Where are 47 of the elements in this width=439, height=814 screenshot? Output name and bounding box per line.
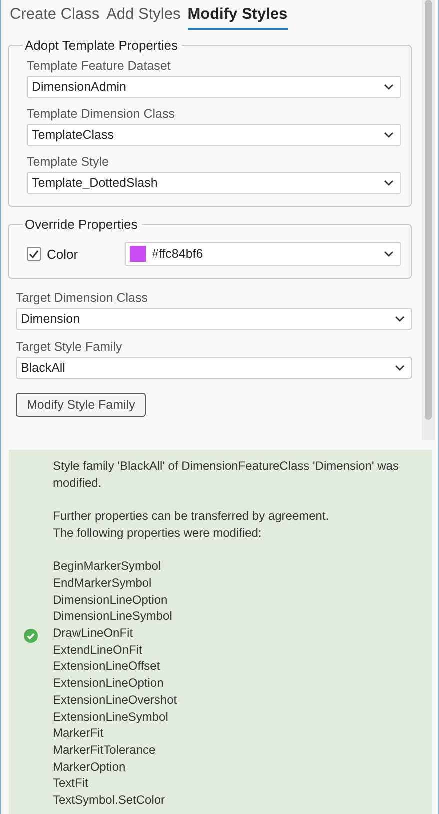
checkbox[interactable] [27, 247, 41, 261]
field-label: Template Dimension Class [27, 107, 176, 121]
dropdown[interactable]: Dimension [16, 308, 412, 330]
property-name: MarkerFitTolerance [53, 742, 157, 759]
property-name: BeginMarkerSymbol [53, 558, 162, 575]
property-name: ExtensionLineOffset [53, 658, 162, 676]
property-name: ExtensionLineOvershot [53, 692, 178, 709]
property-name: DimensionLineOption [53, 592, 169, 608]
check-circle-icon [24, 629, 38, 643]
chevron-down-icon [384, 251, 394, 257]
tab[interactable]: Create Class [10, 6, 100, 30]
property-name: ExtendLineOnFit [53, 642, 144, 658]
field-label: Target Dimension Class [16, 291, 149, 305]
field-label: Template Feature Dataset [27, 59, 172, 73]
scrollbar[interactable] [422, 0, 435, 440]
dropdown[interactable]: Template_DottedSlash [27, 172, 401, 194]
field-label: Target Style Family [16, 340, 124, 354]
property-name: DimensionLineSymbol [53, 608, 174, 625]
message-text: Style family 'BlackAll' of DimensionFeatureClass 'Dimension' was modified. [53, 458, 400, 492]
property-name: TextFit [53, 775, 90, 792]
property-name: EndMarkerSymbol [53, 574, 153, 592]
color-value: #ffc84bf6 [152, 247, 204, 261]
checkmark-icon [29, 250, 39, 258]
chevron-down-icon [384, 84, 394, 90]
property-name: ExtensionLineOption [53, 675, 165, 692]
modify-style-family-button[interactable]: Modify Style Family [16, 393, 146, 417]
dropdown[interactable]: DimensionAdmin [27, 76, 401, 98]
message-line: Further properties can be transferred by agreement. [53, 508, 330, 525]
message-line: The following properties were modified: [53, 524, 263, 542]
dropdown[interactable]: TemplateClass [27, 124, 401, 146]
chevron-down-icon [384, 132, 394, 138]
property-name: ExtensionLineSymbol [53, 708, 170, 726]
property-name: MarkerFit [53, 725, 105, 742]
tab[interactable]: Add Styles [106, 6, 181, 30]
property-name: DrawLineOnFit [53, 625, 134, 642]
chevron-down-icon [395, 316, 405, 322]
color-dropdown[interactable]: #ffc84bf6 [125, 242, 401, 266]
field-label: Template Style [27, 155, 110, 169]
property-name: MarkerOption [53, 758, 127, 776]
group-title: Override Properties [24, 217, 139, 232]
chevron-down-icon [384, 180, 394, 186]
property-name: TextSymbol.SetColor [53, 792, 166, 809]
chevron-down-icon [395, 365, 405, 371]
color-checkbox[interactable]: Color [27, 246, 125, 262]
group-title: Adopt Template Properties [24, 38, 179, 53]
tab[interactable]: Modify Styles [188, 6, 288, 30]
dropdown[interactable]: BlackAll [16, 357, 412, 379]
